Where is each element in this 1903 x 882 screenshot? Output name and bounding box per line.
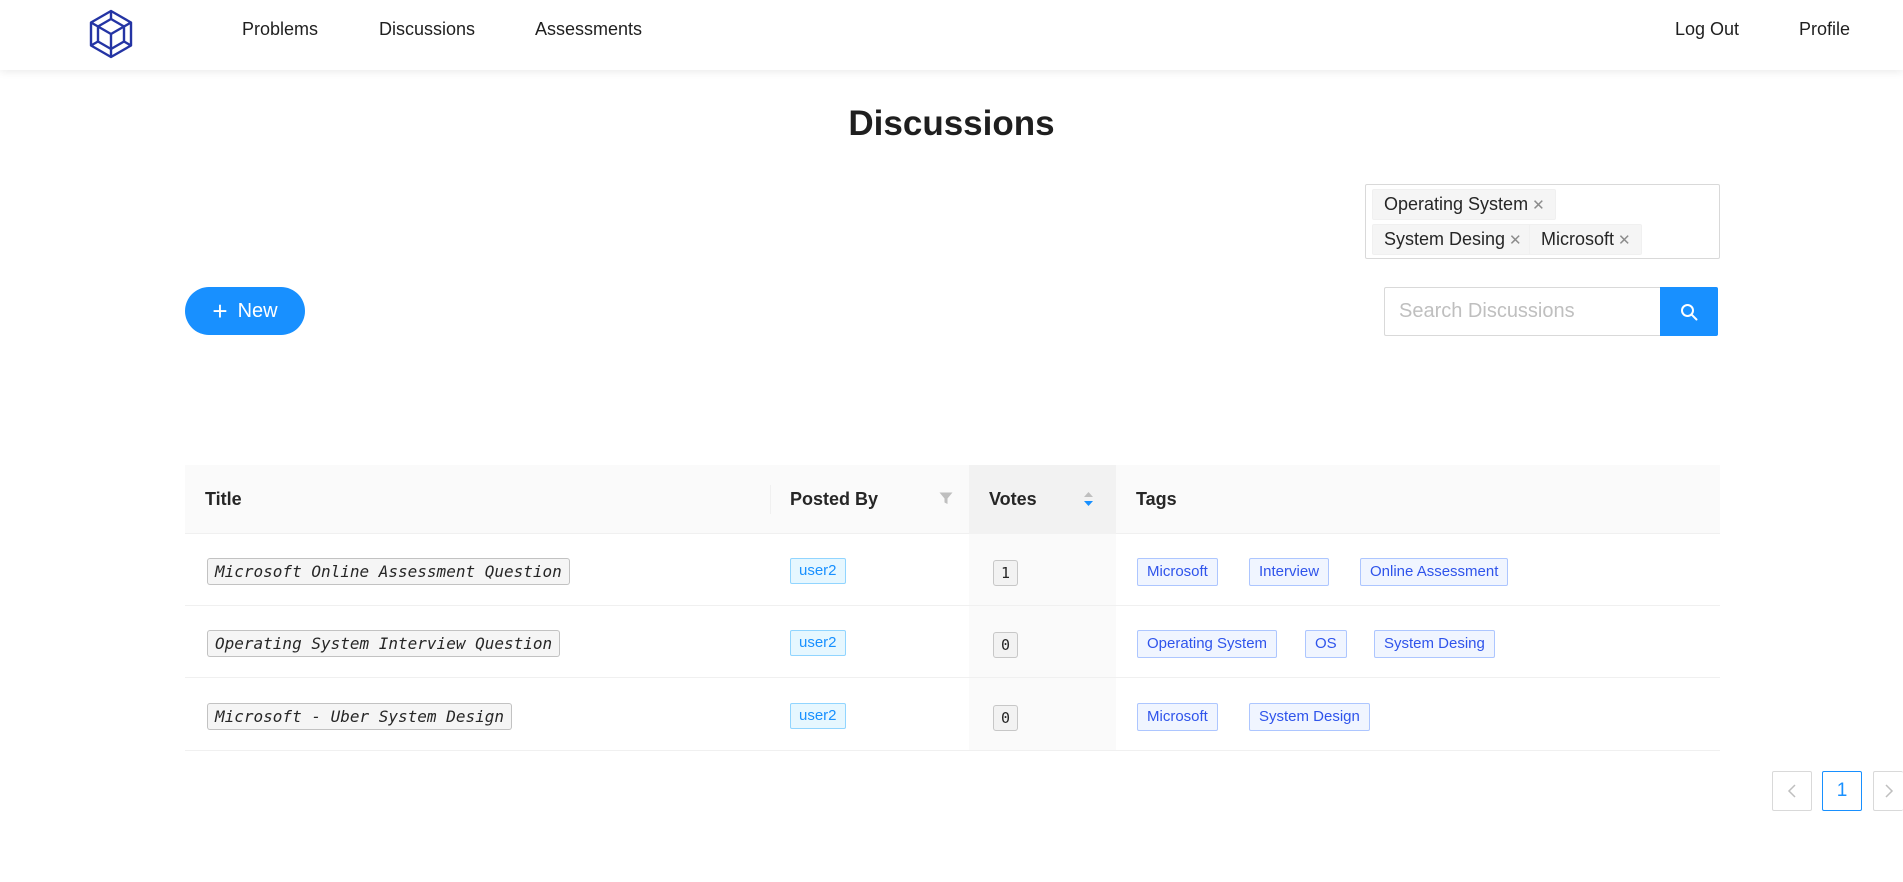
selected-tag-label: Microsoft [1541, 229, 1615, 249]
discussion-tag: OS [1305, 630, 1347, 658]
search-icon [1681, 303, 1698, 320]
selected-tag-label: Operating System [1384, 194, 1529, 214]
column-tags: Tags [1136, 489, 1177, 509]
selected-tag: System Desing ✕ [1372, 224, 1533, 255]
vote-count: 0 [993, 705, 1018, 731]
prev-page-button[interactable] [1772, 771, 1812, 811]
table-row: Microsoft - Uber System Design user2 0 M… [185, 679, 1720, 751]
nav-assessments[interactable]: Assessments [535, 19, 642, 40]
discussion-tag: Microsoft [1137, 703, 1218, 731]
page-title: Discussions [848, 104, 1055, 143]
new-discussion-button[interactable]: + New [185, 287, 305, 335]
vote-count: 0 [993, 632, 1018, 658]
posted-by-tag: user2 [790, 558, 846, 584]
column-votes-label: Votes [989, 489, 1037, 509]
page-1-button[interactable]: 1 [1822, 771, 1862, 811]
discussion-tag: Microsoft [1137, 558, 1218, 586]
new-button-label: New [237, 299, 278, 322]
search-input[interactable] [1384, 287, 1660, 336]
table-header: Title Posted By Votes Tags [185, 465, 1720, 534]
column-title: Title [205, 489, 242, 509]
posted-by-tag: user2 [790, 703, 846, 729]
posted-by-tag: user2 [790, 630, 846, 656]
top-nav: Problems Discussions Assessments Log Out… [0, 0, 1903, 70]
selected-tag-label: System Desing [1384, 229, 1506, 249]
discussion-tag: Online Assessment [1360, 558, 1509, 586]
nav-logout[interactable]: Log Out [1675, 19, 1739, 40]
next-page-button[interactable] [1873, 771, 1903, 811]
column-posted-by-label: Posted By [790, 489, 879, 509]
close-icon[interactable]: ✕ [1509, 232, 1522, 249]
search-button[interactable] [1660, 287, 1718, 336]
discussion-tag: System Desing [1374, 630, 1495, 658]
logo-icon[interactable] [88, 9, 134, 59]
nav-problems[interactable]: Problems [242, 19, 318, 40]
nav-discussions[interactable]: Discussions [379, 19, 475, 40]
discussion-title-link[interactable]: Operating System Interview Question [207, 630, 561, 657]
discussion-tag: Interview [1249, 558, 1330, 586]
nav-profile[interactable]: Profile [1799, 19, 1850, 40]
vote-count: 1 [993, 560, 1018, 586]
sort-icon[interactable] [1083, 491, 1094, 507]
chevron-right-icon [1885, 784, 1894, 798]
filter-icon[interactable] [939, 492, 953, 505]
discussion-tag: System Design [1249, 703, 1370, 731]
discussion-tag: Operating System [1137, 630, 1278, 658]
close-icon[interactable]: ✕ [1618, 232, 1631, 249]
table-row: Operating System Interview Question user… [185, 606, 1720, 678]
selected-tag: Operating System ✕ [1372, 189, 1556, 220]
chevron-left-icon [1787, 784, 1796, 798]
discussion-title-link[interactable]: Microsoft - Uber System Design [207, 703, 512, 730]
close-icon[interactable]: ✕ [1532, 197, 1545, 214]
discussion-title-link[interactable]: Microsoft Online Assessment Question [207, 558, 570, 585]
table-row: Microsoft Online Assessment Question use… [185, 534, 1720, 606]
plus-icon: + [212, 296, 228, 326]
selected-tag: Microsoft ✕ [1529, 224, 1642, 255]
tag-filter-select[interactable]: Operating System ✕ System Desing ✕ Microso… [1365, 184, 1720, 259]
